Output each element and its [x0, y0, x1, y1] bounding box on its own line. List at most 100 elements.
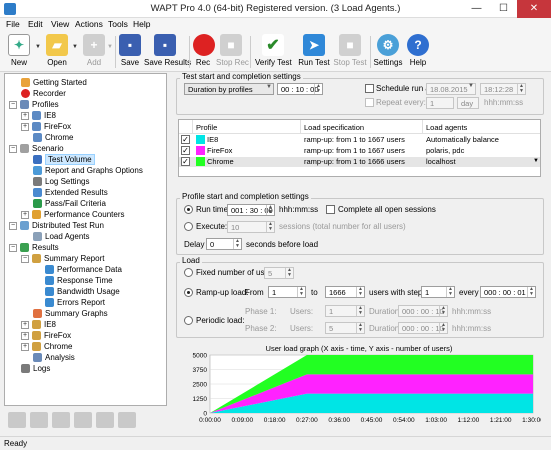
load-agents-column-header[interactable]: Load agents — [423, 120, 540, 134]
tree-item-errors[interactable]: Errors Report — [45, 297, 105, 308]
duration-mode-select[interactable]: Duration by profiles ▼ — [184, 83, 274, 95]
collapse-icon[interactable]: − — [9, 144, 17, 153]
profile-column-header[interactable]: Profile — [193, 120, 301, 134]
execute-radio[interactable] — [184, 222, 193, 231]
schedule-date-input[interactable]: 18.08.2015 ▼ — [426, 83, 476, 95]
close-button[interactable]: ✕ — [517, 0, 551, 18]
move-down-icon[interactable] — [30, 412, 48, 428]
tree-item-performance-counters[interactable]: + Performance Counters — [21, 209, 124, 220]
collapse-icon[interactable]: − — [9, 243, 17, 252]
maximize-button[interactable]: ☐ — [490, 0, 517, 18]
profile-enabled-checkbox[interactable]: ✓ — [181, 157, 190, 166]
spinner-icon[interactable]: ▲ ▼ — [356, 287, 364, 297]
run-time-input[interactable]: 001 : 30 : 00 ▲ ▼ — [227, 204, 275, 216]
tree-item-extended-results[interactable]: Extended Results — [33, 187, 108, 198]
ramp-every-input[interactable]: 000 : 00 : 01 ▲ ▼ — [480, 286, 536, 298]
collapse-icon[interactable]: − — [9, 221, 17, 230]
tree-item-recorder[interactable]: Recorder — [21, 88, 66, 99]
spinner-icon[interactable]: ▲ ▼ — [297, 287, 305, 297]
tree-item-scenario[interactable]: − Scenario — [9, 143, 64, 154]
table-row[interactable]: ✓ FireFox ramp-up: from 1 to 1667 users … — [179, 146, 540, 156]
tree-item-firefox[interactable]: + FireFox — [21, 121, 71, 132]
periodic-load-radio[interactable] — [184, 316, 193, 325]
new-button[interactable]: ✦ New — [6, 34, 32, 70]
verify-test-button[interactable]: ✔ Verify Test — [255, 34, 292, 70]
run-time-radio[interactable] — [184, 205, 193, 214]
phase2-duration-input[interactable]: 000 : 00 : 10 ▲ ▼ — [398, 322, 448, 334]
table-row[interactable]: ✓ Chrome ramp-up: from 1 to 1666 users l… — [179, 157, 540, 167]
tree-item-load-agents[interactable]: Load Agents — [33, 231, 89, 242]
expand-icon[interactable]: + — [21, 342, 29, 351]
spinner-icon[interactable]: ▲ ▼ — [266, 205, 274, 215]
stop-rec-button[interactable]: ■ Stop Rec — [216, 34, 249, 70]
ramp-from-input[interactable]: 1 ▲ ▼ — [268, 286, 306, 298]
spinner-icon[interactable]: ▲ ▼ — [314, 84, 322, 94]
schedule-time-input[interactable]: 18:12:28 ▲ ▼ — [480, 83, 526, 95]
spinner-icon[interactable]: ▲ ▼ — [356, 323, 364, 333]
complete-sessions-checkbox[interactable] — [326, 205, 335, 214]
tree-item-getting-started[interactable]: Getting Started — [21, 77, 87, 88]
tree-item-results[interactable]: − Results — [9, 242, 59, 253]
tree-item-ie8[interactable]: + IE8 — [21, 110, 56, 121]
tree-item-test-volume[interactable]: Test Volume — [33, 154, 95, 165]
tree-item-bandwidth[interactable]: Bandwidth Usage — [45, 286, 120, 297]
tree-item-summary-graphs[interactable]: Summary Graphs — [33, 308, 108, 319]
menu-tools[interactable]: Tools — [108, 19, 128, 29]
delete-icon[interactable] — [96, 412, 114, 428]
save-button[interactable]: ▪ Save — [119, 34, 141, 70]
repeat-checkbox[interactable] — [365, 98, 374, 107]
move-up-icon[interactable] — [8, 412, 26, 428]
tree-item-pass-fail[interactable]: Pass/Fail Criteria — [33, 198, 106, 209]
menu-help[interactable]: Help — [133, 19, 150, 29]
spinner-icon[interactable]: ▲ ▼ — [356, 306, 364, 316]
minimize-button[interactable]: — — [463, 0, 490, 18]
phase1-duration-input[interactable]: 000 : 00 : 10 ▲ ▼ — [398, 305, 448, 317]
tree-item-results-chrome[interactable]: + Chrome — [21, 341, 72, 352]
phase1-users-input[interactable]: 1 ▲ ▼ — [325, 305, 365, 317]
rename-icon[interactable] — [74, 412, 92, 428]
menu-view[interactable]: View — [51, 19, 69, 29]
tree-item-performance-data[interactable]: Performance Data — [45, 264, 122, 275]
settings-button[interactable]: ⚙ Settings — [373, 34, 403, 70]
spinner-icon[interactable]: ▲ ▼ — [527, 287, 535, 297]
rec-button[interactable]: Rec — [193, 34, 215, 70]
tree-item-profiles[interactable]: − Profiles — [9, 99, 59, 110]
menu-file[interactable]: File — [6, 19, 20, 29]
delay-input[interactable]: 0 ▲ ▼ — [206, 238, 242, 250]
execute-sessions-input[interactable]: 10 ▲ ▼ — [227, 221, 275, 233]
open-button[interactable]: ▰ Open — [44, 34, 70, 70]
tree-item-report-options[interactable]: Report and Graphs Options — [33, 165, 143, 176]
open-dropdown-icon[interactable]: ▼ — [72, 44, 78, 50]
tree-item-distributed[interactable]: − Distributed Test Run — [9, 220, 104, 231]
spinner-icon[interactable]: ▲ ▼ — [266, 222, 274, 232]
duration-input[interactable]: 00 : 10 : 00 ▲ ▼ — [277, 83, 323, 95]
tree-item-chrome[interactable]: Chrome — [33, 132, 73, 143]
spinner-icon[interactable]: ▲ ▼ — [439, 306, 447, 316]
new-dropdown-icon[interactable]: ▼ — [35, 44, 41, 50]
ramp-step-input[interactable]: 1 ▲ ▼ — [421, 286, 455, 298]
profile-enabled-checkbox[interactable]: ✓ — [181, 135, 190, 144]
ramp-up-radio[interactable] — [184, 288, 193, 297]
load-spec-column-header[interactable]: Load specification — [301, 120, 423, 134]
tree-item-response-time[interactable]: Response Time — [45, 275, 113, 286]
expand-icon[interactable]: + — [21, 111, 29, 120]
expand-icon[interactable]: + — [21, 210, 29, 219]
spinner-icon[interactable]: ▲ ▼ — [517, 84, 525, 94]
menu-actions[interactable]: Actions — [75, 19, 103, 29]
run-test-button[interactable]: ➤ Run Test — [298, 34, 330, 70]
tree-item-log-settings[interactable]: Log Settings — [33, 176, 89, 187]
tree-item-results-ie8[interactable]: + IE8 — [21, 319, 56, 330]
copy-icon[interactable] — [52, 412, 70, 428]
properties-icon[interactable] — [118, 412, 136, 428]
spinner-icon[interactable]: ▲ ▼ — [285, 268, 293, 278]
fixed-users-radio[interactable] — [184, 268, 193, 277]
fixed-users-input[interactable]: 5 ▲ ▼ — [264, 267, 294, 279]
repeat-value-input[interactable]: 1 — [426, 97, 454, 109]
chevron-down-icon[interactable]: ▼ — [533, 158, 539, 164]
add-button[interactable]: + Add — [82, 34, 106, 70]
collapse-icon[interactable]: − — [9, 100, 17, 109]
expand-icon[interactable]: + — [21, 320, 29, 329]
tree-item-results-firefox[interactable]: + FireFox — [21, 330, 71, 341]
save-results-button[interactable]: ▪ Save Results — [144, 34, 191, 70]
spinner-icon[interactable]: ▲ ▼ — [233, 239, 241, 249]
